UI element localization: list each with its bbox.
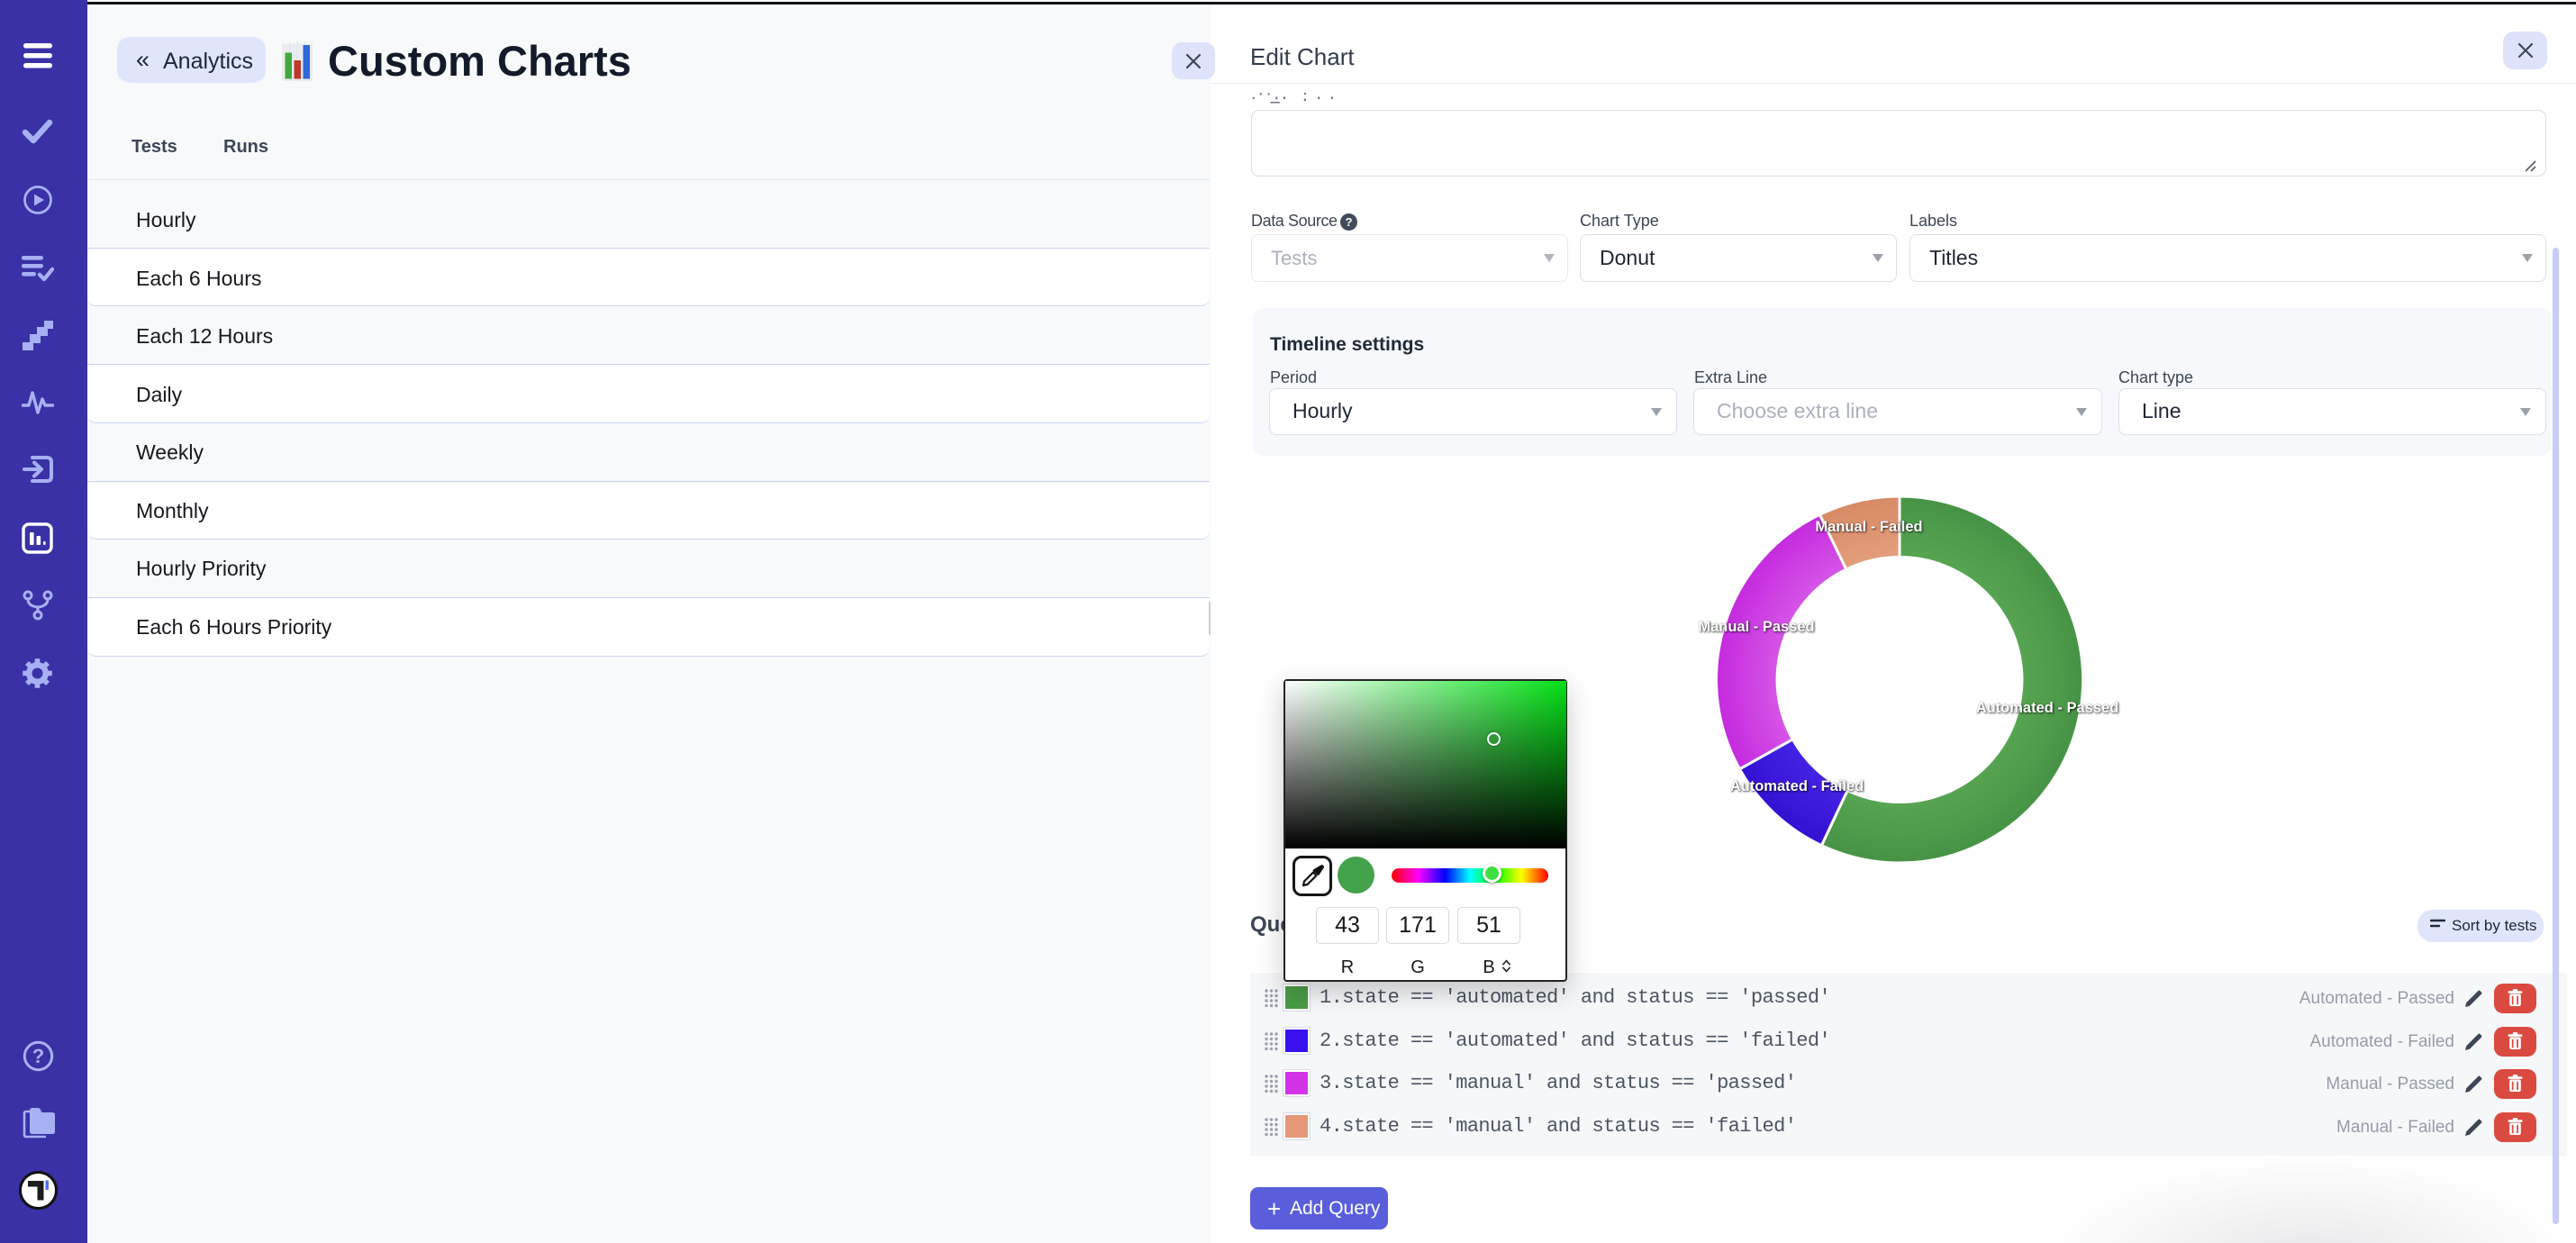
svg-text:?: ?	[1346, 215, 1353, 229]
svg-text:?: ?	[32, 1045, 44, 1067]
